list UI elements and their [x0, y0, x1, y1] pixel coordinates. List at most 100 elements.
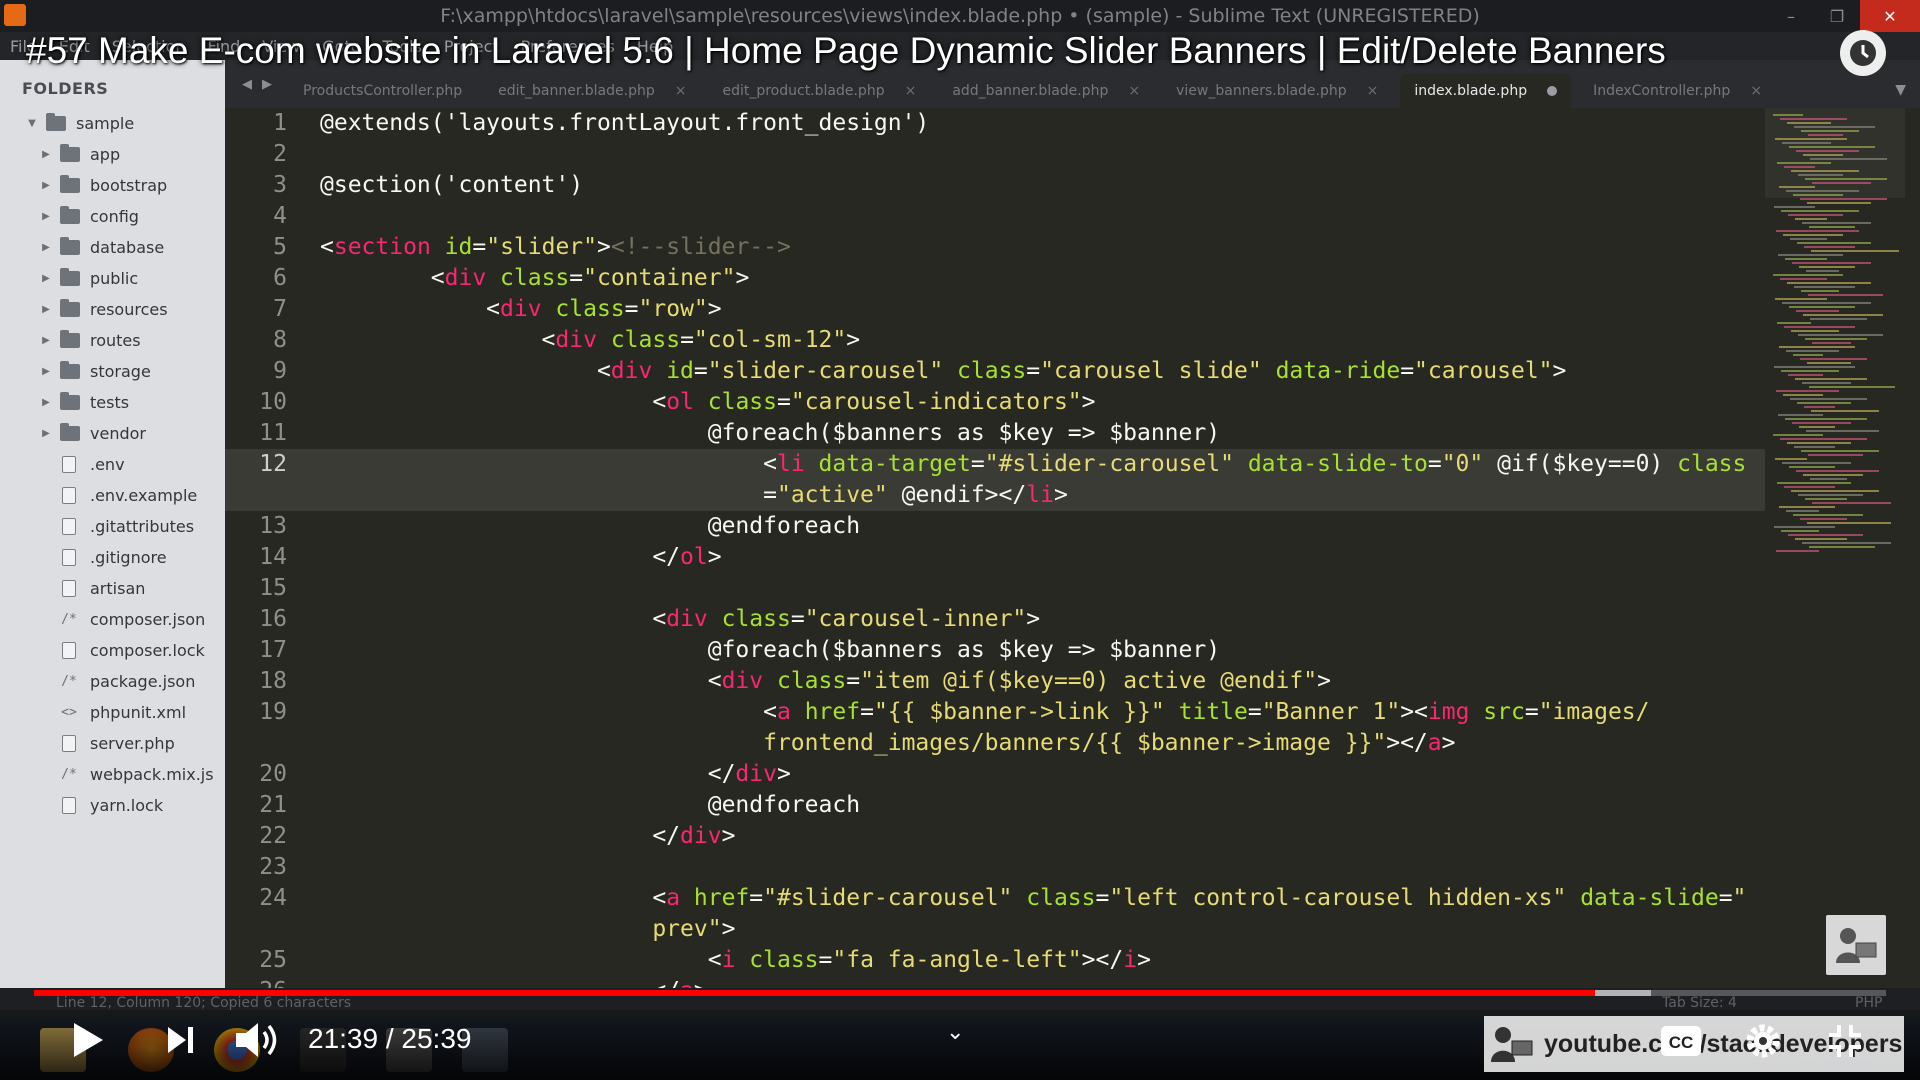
code-line[interactable]: 21 @endforeach: [225, 790, 1765, 821]
code-line[interactable]: 4: [225, 201, 1765, 232]
code-line[interactable]: 23: [225, 852, 1765, 883]
tree-file[interactable]: /* package.json: [0, 666, 225, 697]
tab-edit-product-blade-php[interactable]: edit_product.blade.php ×: [708, 74, 930, 108]
tree-file[interactable]: server.php: [0, 728, 225, 759]
code-line[interactable]: 12 <li data-target="#slider-carousel" da…: [225, 449, 1765, 480]
code-line[interactable]: 25 <i class="fa fa-angle-left"></i>: [225, 945, 1765, 976]
cc-icon[interactable]: CC: [1660, 1022, 1702, 1060]
tree-file[interactable]: .env: [0, 449, 225, 480]
tree-file[interactable]: .gitignore: [0, 542, 225, 573]
unsaved-dot-icon[interactable]: [1547, 86, 1558, 96]
tree-root-sample[interactable]: ▼ sample: [0, 108, 225, 139]
chevron-right-icon[interactable]: ▶: [40, 366, 52, 377]
code-line-wrap[interactable]: ="active" @endif></li>: [225, 480, 1765, 511]
code-line[interactable]: 6 <div class="container">: [225, 263, 1765, 294]
tree-file[interactable]: .env.example: [0, 480, 225, 511]
chevron-right-icon[interactable]: ▶: [40, 335, 52, 346]
code-line[interactable]: 18 <div class="item @if($key==0) active …: [225, 666, 1765, 697]
tree-folder-storage[interactable]: ▶ storage: [0, 356, 225, 387]
code-line[interactable]: 26 </a>: [225, 976, 1765, 988]
tree-folder-bootstrap[interactable]: ▶ bootstrap: [0, 170, 225, 201]
tree-folder-vendor[interactable]: ▶ vendor: [0, 418, 225, 449]
tree-folder-public[interactable]: ▶ public: [0, 263, 225, 294]
code-line[interactable]: 7 <div class="row">: [225, 294, 1765, 325]
exit-fullscreen-icon[interactable]: [1824, 1020, 1866, 1062]
close-tab-icon[interactable]: ×: [1128, 83, 1140, 99]
code-line[interactable]: 2: [225, 139, 1765, 170]
tab-next-icon[interactable]: ▶: [262, 77, 272, 92]
code-line[interactable]: 17 @foreach($banners as $key => $banner): [225, 635, 1765, 666]
tab-list-dropdown-icon[interactable]: ▼: [1895, 82, 1906, 98]
gear-icon[interactable]: [1742, 1020, 1784, 1062]
code-lines[interactable]: 1 @extends('layouts.frontLayout.front_des…: [225, 108, 1765, 988]
minimap-line: [1801, 130, 1859, 132]
chevron-right-icon[interactable]: ▶: [40, 428, 52, 439]
restore-icon[interactable]: ❐: [1814, 0, 1860, 32]
tree-file[interactable]: /* composer.json: [0, 604, 225, 635]
tree-folder-routes[interactable]: ▶ routes: [0, 325, 225, 356]
code-line[interactable]: 5 <section id="slider"><!--slider-->: [225, 232, 1765, 263]
play-icon[interactable]: [64, 1018, 112, 1062]
code-line-wrap[interactable]: frontend_images/banners/{{ $banner->imag…: [225, 728, 1765, 759]
video-progress-bar[interactable]: [34, 990, 1886, 996]
close-tab-icon[interactable]: ×: [1750, 83, 1762, 99]
close-tab-icon[interactable]: ×: [905, 83, 917, 99]
chevron-right-icon[interactable]: ▶: [40, 397, 52, 408]
tree-folder-resources[interactable]: ▶ resources: [0, 294, 225, 325]
code-line[interactable]: 1 @extends('layouts.frontLayout.front_des…: [225, 108, 1765, 139]
chevron-right-icon[interactable]: ▶: [40, 211, 52, 222]
video-title[interactable]: #57 Make E-com website in Laravel 5.6 | …: [26, 30, 1666, 78]
tab-view-banners-blade-php[interactable]: view_banners.blade.php ×: [1162, 74, 1392, 108]
tree-folder-database[interactable]: ▶ database: [0, 232, 225, 263]
tree-file[interactable]: artisan: [0, 573, 225, 604]
code-line[interactable]: 9 <div id="slider-carousel" class="carou…: [225, 356, 1765, 387]
close-tab-icon[interactable]: ×: [675, 83, 687, 99]
minimize-icon[interactable]: –: [1768, 0, 1814, 32]
minimap-line: [1809, 546, 1875, 548]
chevron-down-icon[interactable]: ▼: [26, 118, 38, 129]
tree-file[interactable]: /* webpack.mix.js: [0, 759, 225, 790]
tab-add-banner-blade-php[interactable]: add_banner.blade.php ×: [938, 74, 1154, 108]
next-icon[interactable]: [160, 1020, 200, 1060]
code-line[interactable]: 11 @foreach($banners as $key => $banner): [225, 418, 1765, 449]
code-line[interactable]: 8 <div class="col-sm-12">: [225, 325, 1765, 356]
code-line[interactable]: 24 <a href="#slider-carousel" class="lef…: [225, 883, 1765, 914]
chevron-right-icon[interactable]: ▶: [40, 304, 52, 315]
chevron-right-icon[interactable]: ▶: [40, 273, 52, 284]
code-line[interactable]: 22 </div>: [225, 821, 1765, 852]
code-line[interactable]: 3 @section('content'): [225, 170, 1765, 201]
code-line[interactable]: 13 @endforeach: [225, 511, 1765, 542]
tree-file[interactable]: <> phpunit.xml: [0, 697, 225, 728]
chevron-right-icon[interactable]: ▶: [40, 149, 52, 160]
code-line[interactable]: 20 </div>: [225, 759, 1765, 790]
tab-edit-banner-blade-php[interactable]: edit_banner.blade.php ×: [484, 74, 700, 108]
chevron-right-icon[interactable]: ▶: [40, 180, 52, 191]
status-tab-size[interactable]: Tab Size: 4: [1662, 995, 1737, 1011]
tree-folder-app[interactable]: ▶ app: [0, 139, 225, 170]
close-icon[interactable]: ✕: [1860, 0, 1920, 32]
code-line[interactable]: 15: [225, 573, 1765, 604]
tree-file[interactable]: composer.lock: [0, 635, 225, 666]
code-line[interactable]: 14 </ol>: [225, 542, 1765, 573]
status-syntax[interactable]: PHP: [1855, 995, 1882, 1011]
tab-productscontroller-php[interactable]: ProductsController.php: [289, 74, 476, 108]
tree-file[interactable]: .gitattributes: [0, 511, 225, 542]
chevron-right-icon[interactable]: ▶: [40, 242, 52, 253]
tab-index-blade-php[interactable]: index.blade.php: [1400, 74, 1572, 108]
chevron-down-icon[interactable]: ⌄: [946, 1020, 964, 1045]
tab-indexcontroller-php[interactable]: IndexController.php ×: [1579, 74, 1776, 108]
tree-folder-config[interactable]: ▶ config: [0, 201, 225, 232]
tree-folder-tests[interactable]: ▶ tests: [0, 387, 225, 418]
code-line[interactable]: 10 <ol class="carousel-indicators">: [225, 387, 1765, 418]
minimap-viewport[interactable]: [1765, 108, 1905, 198]
code-line[interactable]: 16 <div class="carousel-inner">: [225, 604, 1765, 635]
tab-prev-icon[interactable]: ◀: [242, 77, 252, 92]
volume-icon[interactable]: [232, 1018, 284, 1062]
code-editor[interactable]: 1 @extends('layouts.frontLayout.front_des…: [225, 108, 1920, 988]
minimap[interactable]: [1765, 108, 1905, 988]
code-line[interactable]: 19 <a href="{{ $banner->link }}" title="…: [225, 697, 1765, 728]
clock-icon[interactable]: [1840, 30, 1886, 76]
tree-file[interactable]: yarn.lock: [0, 790, 225, 821]
close-tab-icon[interactable]: ×: [1367, 83, 1379, 99]
code-line-wrap[interactable]: prev">: [225, 914, 1765, 945]
